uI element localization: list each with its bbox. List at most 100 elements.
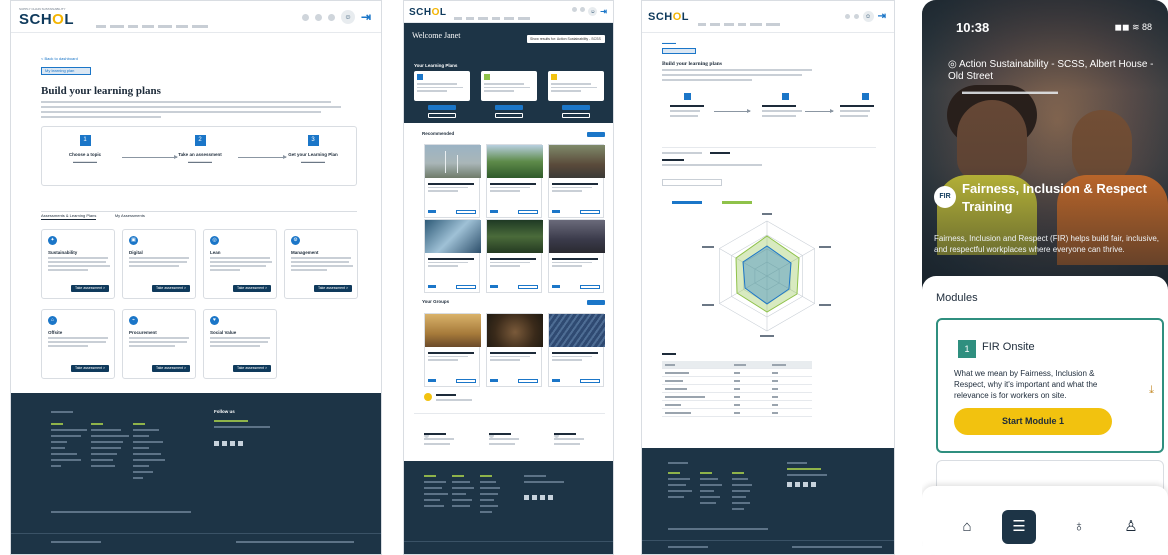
site-header: SCHOL ☺ ⇥ (642, 1, 894, 33)
avatar[interactable]: ☺ (340, 10, 355, 24)
social-links[interactable] (524, 495, 553, 500)
course-card[interactable] (486, 219, 543, 293)
table-row (662, 409, 812, 417)
cart-icon[interactable] (327, 13, 335, 21)
course-card[interactable] (486, 313, 543, 387)
take-assessment-button[interactable]: Take assessment > (314, 285, 352, 292)
results-radar-chart (662, 191, 872, 341)
module-card[interactable]: 1 FIR Onsite What we mean by Fairness, I… (936, 318, 1164, 453)
page-title: Build your learning plans (41, 85, 161, 97)
course-card[interactable] (548, 219, 605, 293)
schol-logo[interactable]: SCHOL (19, 11, 74, 28)
back-link[interactable]: ▬▬▬▬ (662, 41, 676, 45)
take-assessment-button[interactable]: Take assessment > (152, 365, 190, 372)
view-plan-button[interactable] (495, 105, 523, 110)
take-assessment-button[interactable]: Take assessment > (233, 365, 271, 372)
twitter-icon (532, 495, 537, 500)
bell-icon[interactable] (853, 14, 859, 19)
avatar[interactable]: ☺ (862, 11, 874, 22)
award-icon[interactable]: ♁ (1062, 510, 1096, 544)
course-title: Fairness, Inclusion & Respect Training (962, 181, 1147, 214)
view-plan-button[interactable] (428, 105, 456, 110)
location-icon: ◎ (948, 59, 959, 70)
start-module-button[interactable]: Start Module 1 (954, 408, 1112, 435)
page-title: Build your learning plans (662, 61, 722, 67)
social-links[interactable] (214, 441, 243, 446)
topic-card: ▣ Digital Take assessment > (122, 229, 196, 299)
course-card[interactable] (548, 144, 605, 218)
table-row (662, 385, 812, 393)
course-card[interactable] (424, 313, 481, 387)
logout-icon[interactable]: ⇥ (600, 7, 607, 16)
bell-icon[interactable] (580, 7, 586, 12)
main-nav[interactable] (96, 18, 212, 36)
site-footer (404, 461, 613, 554)
main-nav[interactable] (698, 16, 784, 34)
take-assessment-button[interactable]: Take assessment > (71, 365, 109, 372)
results-table (662, 361, 812, 417)
plan-card[interactable] (481, 71, 537, 101)
logout-icon[interactable]: ⇥ (878, 11, 886, 22)
download-icon[interactable]: ⤓ (1149, 384, 1154, 397)
schol-logo[interactable]: SCHOL (648, 11, 689, 23)
course-card[interactable] (424, 144, 481, 218)
search-icon[interactable] (572, 7, 578, 12)
table-row (662, 369, 812, 377)
feature-item (424, 425, 454, 445)
take-assessment-button[interactable]: Take assessment > (71, 285, 109, 292)
tab-my-assessments[interactable]: My Assessments (115, 213, 145, 218)
bell-icon[interactable] (314, 13, 322, 21)
site-header: SCHOL ☺ ⇥ (404, 1, 613, 23)
site-footer: Follow us (11, 393, 381, 554)
plan-card[interactable] (414, 71, 470, 101)
retake-button[interactable] (562, 113, 590, 118)
retake-button[interactable] (495, 113, 523, 118)
social-links[interactable] (787, 482, 816, 487)
badge-icon (424, 393, 432, 401)
profile-icon[interactable]: ♙ (1114, 510, 1148, 544)
feature-item (489, 425, 519, 445)
take-assessment-button[interactable]: Take assessment > (233, 285, 271, 292)
logout-icon[interactable]: ⇥ (361, 10, 371, 24)
youtube-icon (540, 495, 545, 500)
location-label: ◎ Action Sustainability - SCSS, Albert H… (948, 59, 1154, 82)
follow-heading: Follow us (214, 409, 235, 414)
footer-links[interactable] (91, 423, 131, 471)
retake-button[interactable] (428, 113, 456, 118)
axis-label (702, 246, 714, 248)
course-card[interactable] (424, 219, 481, 293)
course-card[interactable] (548, 313, 605, 387)
home-icon[interactable]: ⌂ (950, 510, 984, 544)
facebook-icon (214, 441, 219, 446)
course-card[interactable] (486, 144, 543, 218)
digital-icon: ▣ (129, 236, 138, 245)
avatar[interactable]: ☺ (588, 7, 598, 16)
step-1: 1 Choose a topic ▬▬▬▬▬▬ (68, 135, 102, 164)
management-icon: ⚙ (291, 236, 300, 245)
tab-assessments[interactable]: Assessments & Learning Plans (41, 213, 97, 220)
view-plan-button[interactable] (562, 105, 590, 110)
course-badge: FIR (934, 186, 956, 208)
footer-links[interactable] (133, 423, 173, 483)
assessment-tabs[interactable] (662, 141, 876, 154)
section-title: Recommended (422, 131, 455, 136)
location-sublabel: ▬▬▬▬▬▬▬▬▬▬▬▬ (962, 87, 1058, 96)
youtube-icon (803, 482, 808, 487)
section-title: Your Groups (422, 299, 450, 304)
social-value-icon: ♥ (210, 316, 219, 325)
site-header: SUPPLY CHAIN SUSTAINABILITY SCHOL ☺ ⇥ (11, 1, 381, 33)
topic-card: ♥ Social Value Take assessment > (203, 309, 277, 379)
search-icon[interactable] (301, 13, 309, 21)
assessment-select[interactable] (662, 179, 722, 186)
take-assessment-button[interactable]: Take assessment > (152, 285, 190, 292)
view-all-button[interactable] (587, 300, 605, 305)
footer-links[interactable] (51, 423, 91, 471)
plan-card[interactable] (548, 71, 604, 101)
organisation-select[interactable]: Show results for: Action Sustainability … (527, 35, 605, 43)
modules-icon[interactable]: ☰ (1002, 510, 1036, 544)
back-link[interactable]: < Back to dashboard (41, 56, 78, 61)
search-icon[interactable] (844, 14, 850, 19)
view-all-button[interactable] (587, 132, 605, 137)
topic-card: ⌁ Procurement Take assessment > (122, 309, 196, 379)
schol-logo[interactable]: SCHOL (409, 7, 447, 18)
